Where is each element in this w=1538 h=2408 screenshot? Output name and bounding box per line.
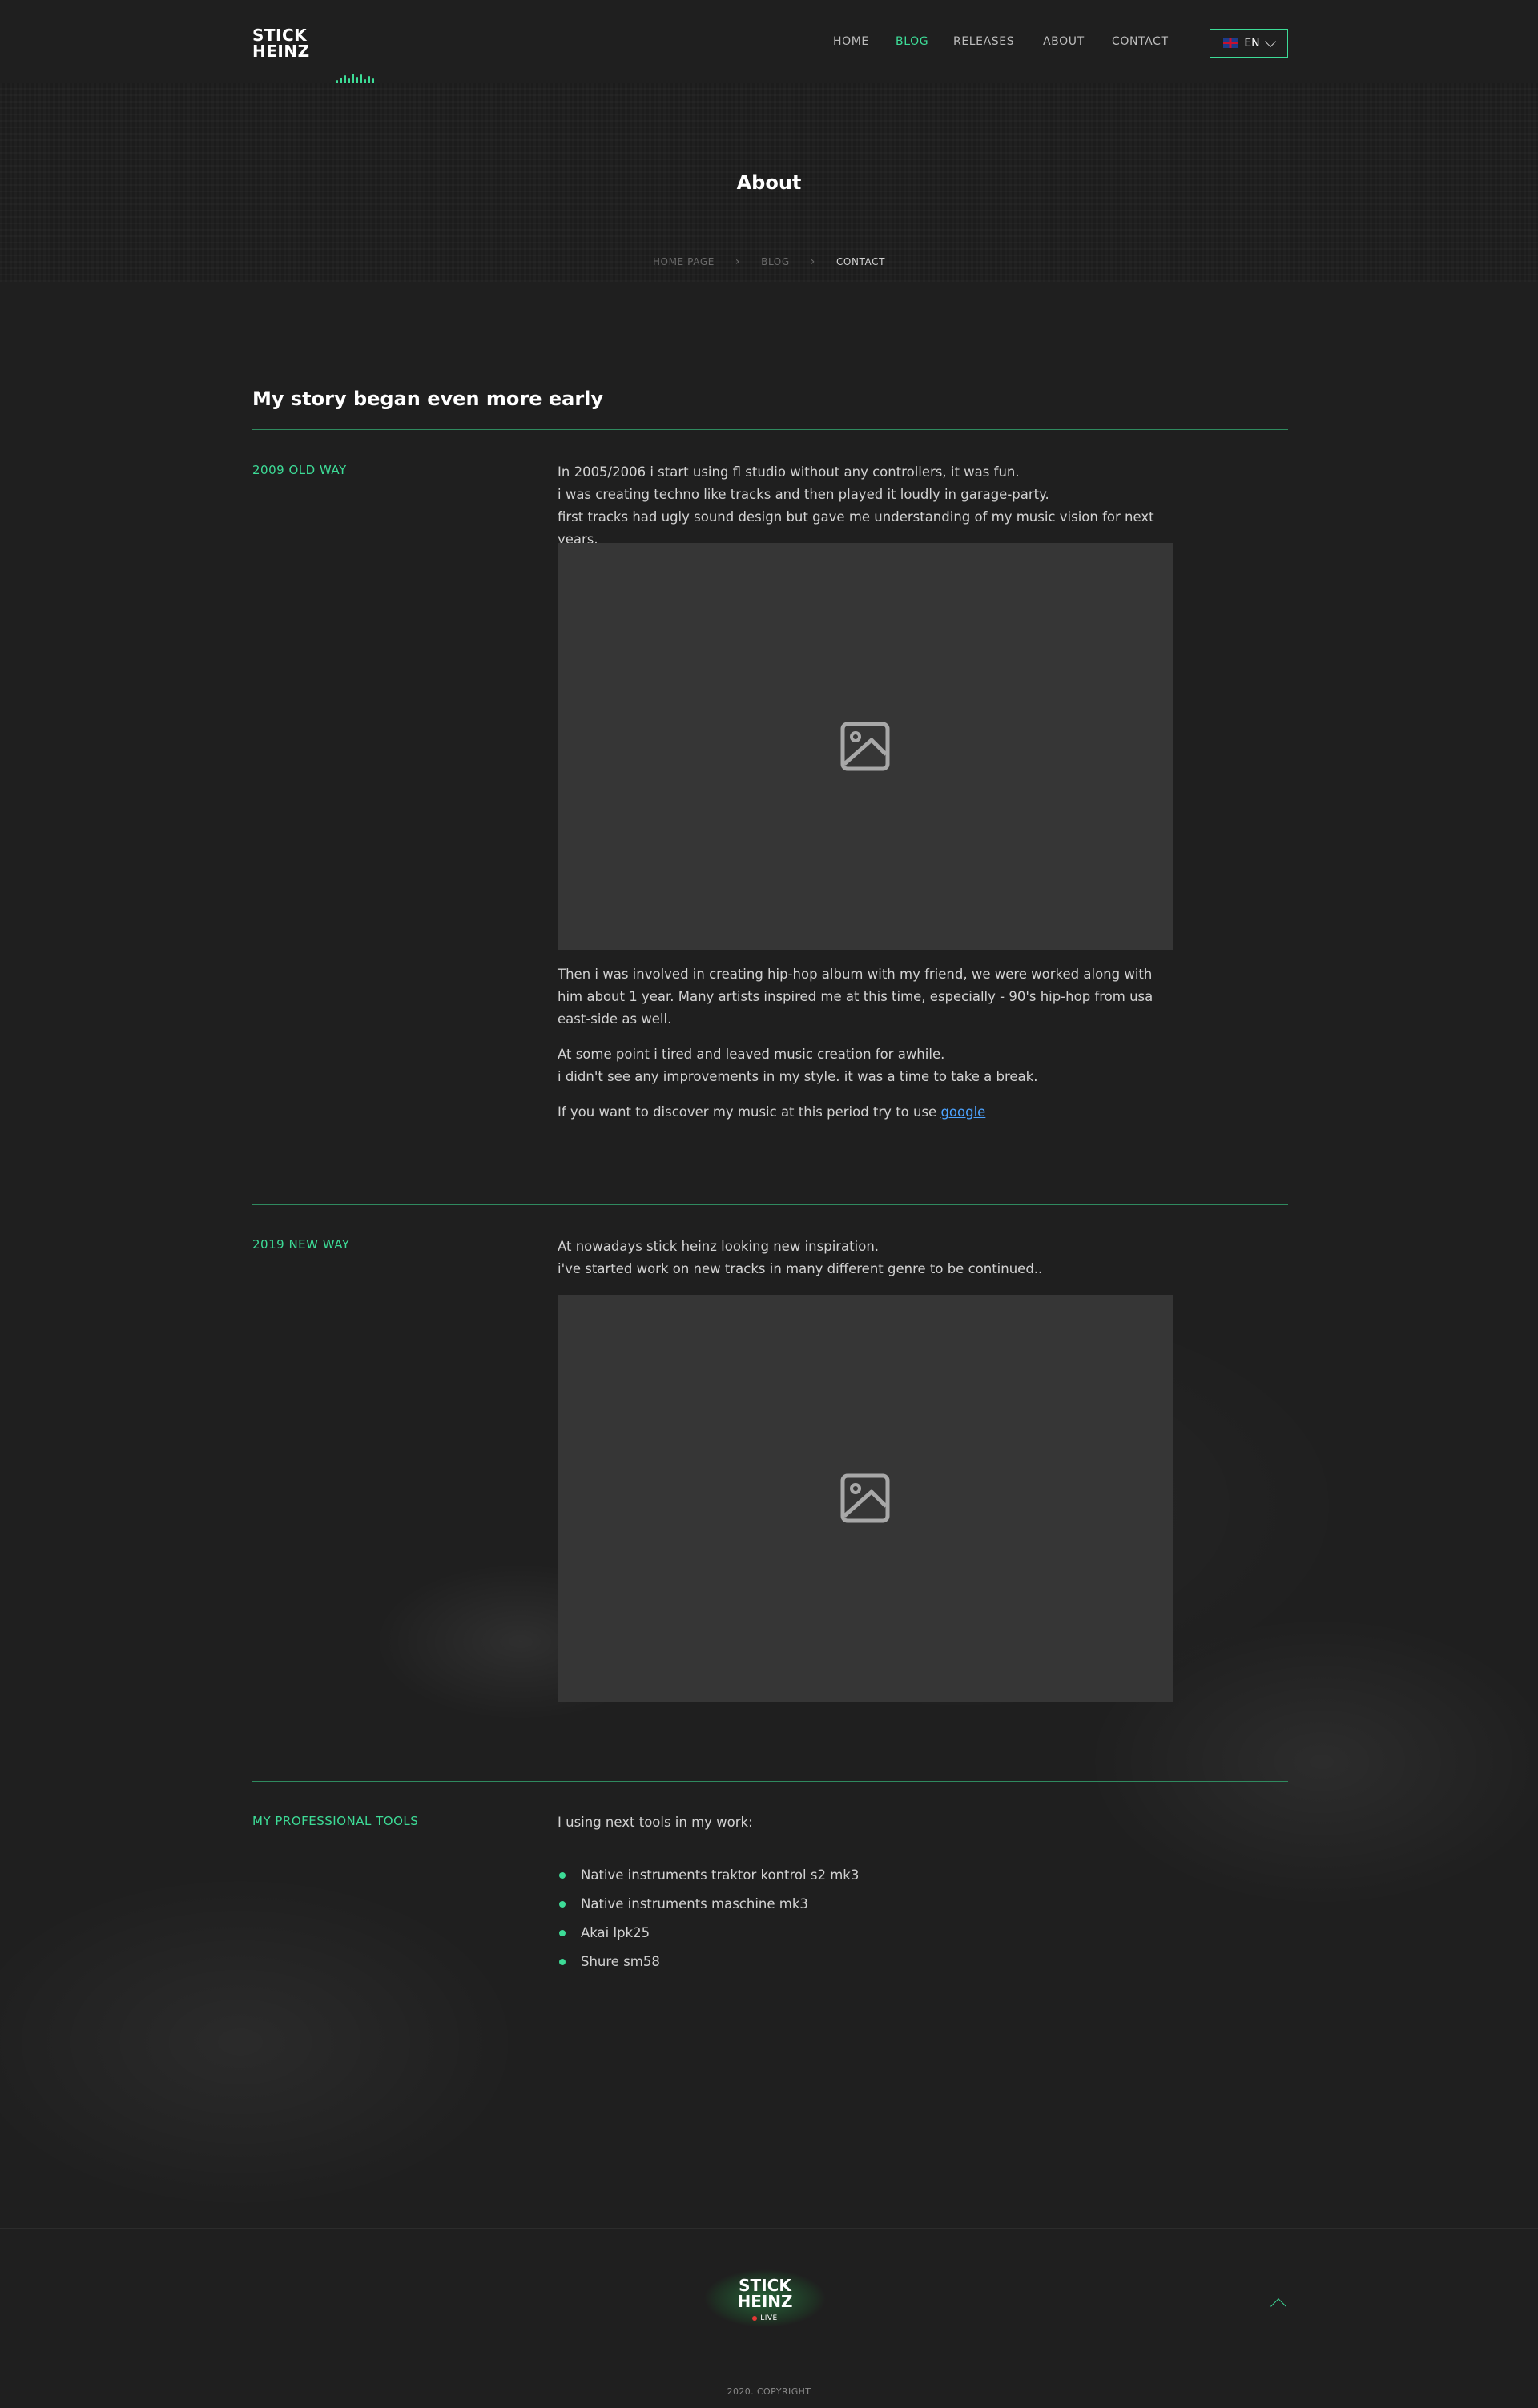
logo[interactable]: STICK HEINZ <box>252 27 310 59</box>
list-item: Native instruments traktor kontrol s2 mk… <box>558 1866 859 1895</box>
footer-logo-line-2: HEINZ <box>737 2292 793 2311</box>
chevron-right-icon: › <box>810 255 815 268</box>
site-header: STICK HEINZ HOME BLOG RELEASES ABOUT CON… <box>0 0 1538 93</box>
story-title: My story began even more early <box>252 388 604 410</box>
tools-list: Native instruments traktor kontrol s2 mk… <box>558 1866 859 1981</box>
page: STICK HEINZ HOME BLOG RELEASES ABOUT CON… <box>0 0 1538 2408</box>
page-hero: About HOME PAGE › BLOG › CONTACT <box>0 83 1538 282</box>
language-label: EN <box>1244 37 1260 50</box>
nav-contact[interactable]: CONTACT <box>1112 35 1169 48</box>
image-placeholder <box>558 1295 1173 1702</box>
section-old-way-body: Then i was involved in creating hip-hop … <box>558 963 1174 1124</box>
live-badge: LIVE <box>752 2314 778 2322</box>
image-placeholder-icon <box>840 722 890 771</box>
logo-line-2: HEINZ <box>252 42 310 61</box>
intro-line: In 2005/2006 i start using fl studio wit… <box>558 464 1020 480</box>
section-divider <box>252 1204 1288 1205</box>
logo-line-1: STICK <box>252 26 308 45</box>
footer-logo-line-1: STICK <box>739 2276 791 2295</box>
page-title: About <box>736 171 802 194</box>
breadcrumb-current: CONTACT <box>835 256 886 267</box>
footer-divider <box>0 2228 1538 2229</box>
section-new-way-intro: At nowadays stick heinz looking new insp… <box>558 1236 1174 1280</box>
language-selector[interactable]: EN <box>1210 29 1288 58</box>
discover-paragraph: If you want to discover my music at this… <box>558 1101 1174 1124</box>
scroll-to-top-chevron-up-icon[interactable] <box>1270 2298 1286 2314</box>
chevron-down-icon <box>1264 35 1276 47</box>
live-dot-icon <box>752 2316 758 2321</box>
breadcrumb-home[interactable]: HOME PAGE <box>653 256 715 267</box>
list-item: Shure sm58 <box>558 1952 859 1981</box>
section-label-tools: MY PROFESSIONAL TOOLS <box>252 1814 419 1828</box>
footer-logo[interactable]: STICK HEINZ LIVE <box>689 2263 841 2337</box>
section-old-way-intro: In 2005/2006 i start using fl studio wit… <box>558 461 1174 551</box>
nav-about[interactable]: ABOUT <box>1043 35 1085 48</box>
paragraph: i didn't see any improvements in my styl… <box>558 1069 1038 1084</box>
intro-line: At nowadays stick heinz looking new insp… <box>558 1239 880 1254</box>
uk-flag-icon <box>1223 38 1238 48</box>
paragraph: Then i was involved in creating hip-hop … <box>558 967 1154 1027</box>
list-item: Native instruments maschine mk3 <box>558 1895 859 1924</box>
section-divider <box>252 1781 1288 1782</box>
list-item: Akai lpk25 <box>558 1924 859 1952</box>
image-placeholder <box>558 543 1173 950</box>
intro-line: i was creating techno like tracks and th… <box>558 487 1049 502</box>
intro-line: i've started work on new tracks in many … <box>558 1261 1043 1276</box>
nav-releases[interactable]: RELEASES <box>953 35 1014 48</box>
copyright: 2020. COPYRIGHT <box>727 2386 811 2397</box>
image-placeholder-icon <box>840 1473 890 1523</box>
discover-text: If you want to discover my music at this… <box>558 1104 941 1120</box>
section-label-old-way: 2009 OLD WAY <box>252 463 347 477</box>
live-label: LIVE <box>760 2314 778 2322</box>
nav-blog[interactable]: BLOG <box>896 35 928 48</box>
section-divider <box>252 429 1288 430</box>
chevron-right-icon: › <box>735 255 741 268</box>
tools-intro: I using next tools in my work: <box>558 1815 753 1830</box>
section-label-new-way: 2019 NEW WAY <box>252 1237 350 1252</box>
google-link[interactable]: google <box>940 1104 985 1120</box>
paragraph: At some point i tired and leaved music c… <box>558 1047 945 1062</box>
nav-home[interactable]: HOME <box>833 35 869 48</box>
breadcrumb: HOME PAGE › BLOG › CONTACT <box>0 256 1538 267</box>
breadcrumb-blog[interactable]: BLOG <box>761 256 790 267</box>
